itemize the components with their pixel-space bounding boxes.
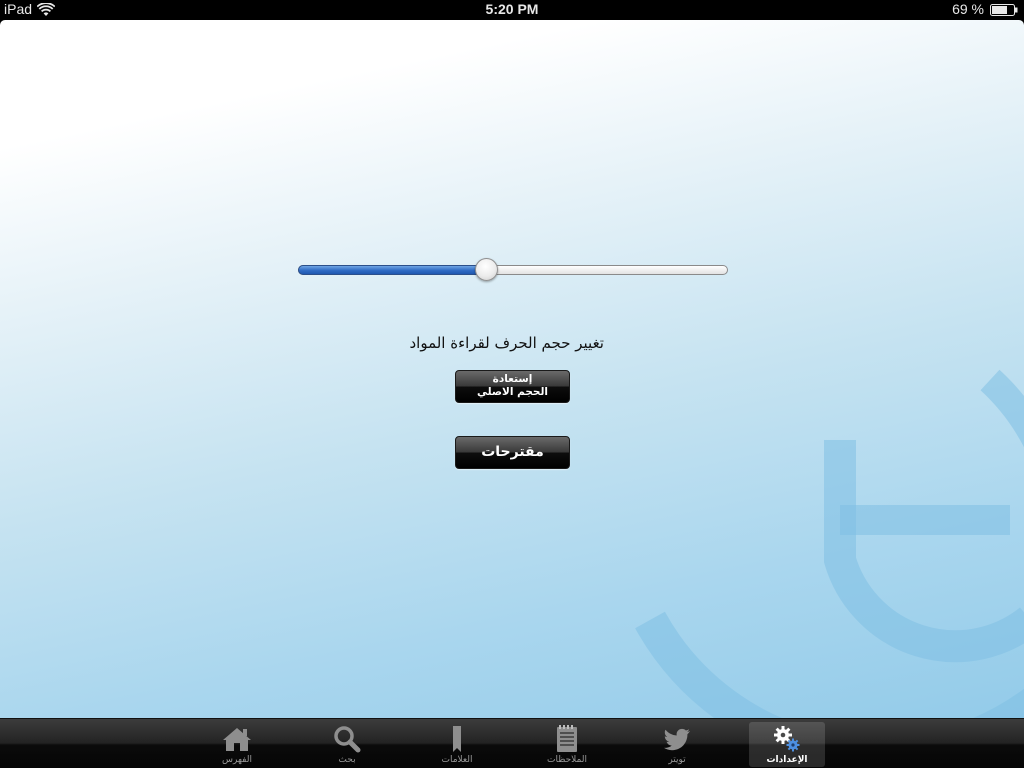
tab-bookmarks-label: العلامات <box>441 755 473 765</box>
suggestions-button[interactable]: مقترحات <box>455 436 570 469</box>
gears-icon <box>774 726 800 752</box>
tab-search[interactable]: بحث <box>309 722 385 767</box>
notepad-icon <box>557 725 577 752</box>
bookmark-icon <box>453 726 461 752</box>
restore-button-line1: إستعادة <box>492 373 533 385</box>
battery-icon <box>990 4 1018 16</box>
tab-twitter[interactable]: تويتر <box>639 722 715 767</box>
settings-view: تغيير حجم الحرف لقراءة المواد إستعادة ال… <box>0 20 1024 718</box>
tab-notes[interactable]: الملاحظات <box>529 722 605 767</box>
tab-twitter-label: تويتر <box>668 755 686 765</box>
restore-original-size-button[interactable]: إستعادة الحجم الاصلي <box>455 370 570 403</box>
tab-bar: الفهرس بحث العلامات الملاحظات تويتر الإع… <box>0 718 1024 768</box>
font-size-label: تغيير حجم الحرف لقراءة المواد <box>409 334 604 352</box>
tab-bookmarks[interactable]: العلامات <box>419 722 495 767</box>
tab-settings[interactable]: الإعدادات <box>749 722 825 767</box>
status-clock: 5:20 PM <box>485 1 539 17</box>
home-icon <box>223 728 251 751</box>
slider-thumb[interactable] <box>475 258 498 281</box>
ipad-screen: iPad 5:20 PM 69 % تغيير حجم الحرف لقراءة… <box>0 0 1024 768</box>
search-icon <box>334 726 361 753</box>
status-bar: iPad 5:20 PM 69 % <box>0 0 1024 20</box>
restore-button-line2: الحجم الاصلي <box>476 386 549 398</box>
font-size-slider[interactable] <box>298 258 728 282</box>
tab-index[interactable]: الفهرس <box>199 722 275 767</box>
battery-percentage: 69 % <box>952 1 984 17</box>
tab-settings-label: الإعدادات <box>766 755 808 765</box>
tab-search-label: بحث <box>338 755 356 765</box>
tab-notes-label: الملاحظات <box>547 755 587 765</box>
tab-index-label: الفهرس <box>222 755 252 765</box>
slider-fill <box>298 265 487 275</box>
logo-watermark-icon <box>635 369 1024 718</box>
twitter-bird-icon <box>663 728 690 751</box>
